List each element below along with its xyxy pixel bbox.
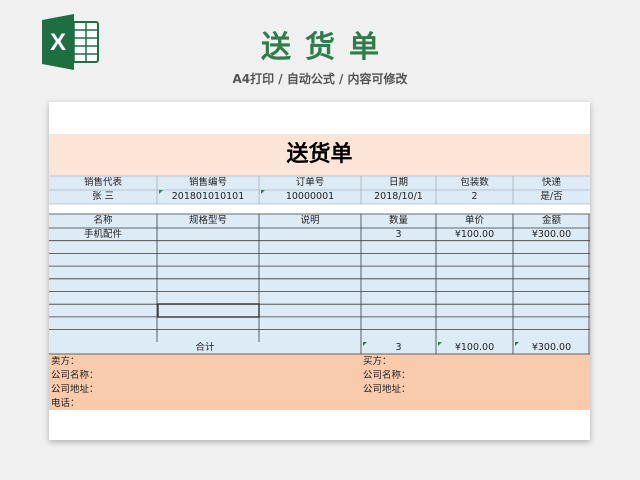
col-header-spec: 规格型号 [188,215,227,226]
buyer-company-label: 公司名称： [363,370,411,381]
cell-error-marker [438,342,442,346]
seller-phone-label: 电话： [51,398,80,409]
info-header-sales-rep: 销售代表 [83,177,122,188]
seller-company-label: 公司名称： [51,370,99,381]
info-header-order-no: 订单号 [295,177,325,188]
info-header-sales-no: 销售编号 [188,177,227,188]
cell-error-marker [159,190,163,194]
buyer-label: 买方： [363,356,392,367]
col-header-qty: 数量 [388,215,408,226]
info-value-order-no[interactable]: 10000001 [259,191,361,203]
info-value-packages[interactable]: 2 [436,191,513,203]
item-qty[interactable]: 3 [361,229,436,241]
cell-error-marker [261,190,265,194]
item-amount[interactable]: ¥300.00 [513,229,590,241]
col-header-amount: 金额 [541,215,561,226]
info-header-date: 日期 [388,177,408,188]
seller-address-label: 公司地址： [51,384,99,395]
total-amount[interactable]: ¥300.00 [513,342,590,354]
page-title: 送货单 [261,30,393,65]
total-label: 合计 [195,342,215,353]
info-value-sales-rep[interactable]: 张 三 [49,191,157,203]
seller-label: 卖方： [51,356,80,367]
cell-error-marker [515,342,519,346]
total-qty[interactable]: 3 [361,342,436,354]
col-header-desc: 说明 [300,215,320,226]
col-header-price: 单价 [464,215,484,226]
item-price[interactable]: ¥100.00 [436,229,513,241]
sheet-title: 送货单 [286,142,353,167]
buyer-address-label: 公司地址： [363,384,411,395]
info-value-sales-no[interactable]: 201801010101 [157,191,259,203]
page-subtitle: A4打印 / 自动公式 / 内容可修改 [232,72,408,86]
total-price[interactable]: ¥100.00 [436,342,513,354]
spreadsheet-sheet[interactable]: 送货单 销售代表 销售编号 订单号 日期 包装数 快递 张 三 20180101… [49,102,590,440]
item-name[interactable]: 手机配件 [49,229,157,241]
info-header-express: 快递 [541,177,561,188]
info-value-express[interactable]: 是/否 [513,191,590,203]
footer-band [49,354,590,410]
info-value-date[interactable]: 2018/10/1 [361,191,436,203]
cell-error-marker [363,342,367,346]
info-header-packages: 包装数 [460,177,489,188]
col-header-name: 名称 [93,215,113,226]
